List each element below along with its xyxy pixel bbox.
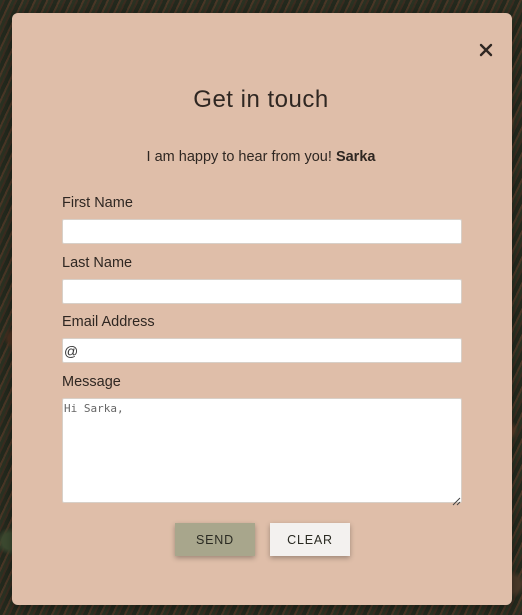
close-icon[interactable] [478, 42, 494, 58]
send-button[interactable]: SEND [175, 523, 255, 556]
dialog-subtitle: I am happy to hear from you! Sarka [0, 149, 522, 165]
dialog-title: Get in touch [193, 86, 329, 113]
email-label: Email Address [62, 314, 155, 330]
last-name-input[interactable] [62, 279, 462, 304]
email-input[interactable] [62, 338, 462, 363]
clear-button[interactable]: CLEAR [270, 523, 350, 556]
message-label: Message [62, 374, 121, 390]
first-name-label: First Name [62, 195, 133, 211]
subtitle-name: Sarka [335, 149, 376, 165]
message-textarea[interactable] [62, 398, 462, 503]
subtitle-text: I am happy to hear from you! [146, 149, 336, 165]
first-name-input[interactable] [62, 219, 462, 244]
last-name-label: Last Name [62, 255, 133, 271]
